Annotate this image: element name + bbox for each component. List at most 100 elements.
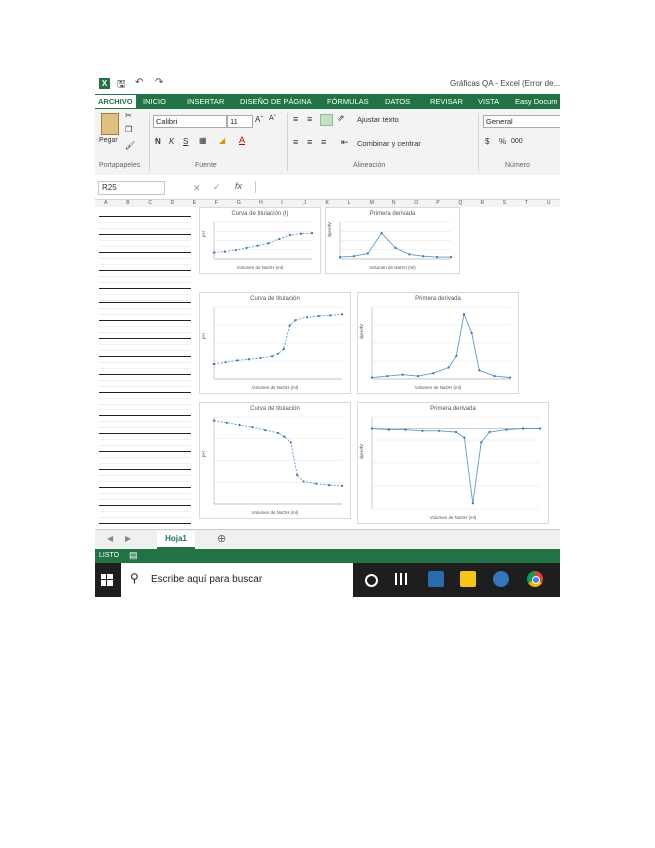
task-view-icon[interactable] xyxy=(395,573,407,585)
tab-inicio[interactable]: INICIO xyxy=(143,97,166,106)
data-point xyxy=(370,427,374,430)
column-header[interactable]: G xyxy=(237,200,241,206)
worksheet-grid[interactable]: Curva de titulación (I) Volumen de NaOH (… xyxy=(95,207,560,529)
paste-icon[interactable] xyxy=(101,113,119,135)
font-size-select[interactable]: 11 xyxy=(227,115,253,128)
store-icon[interactable] xyxy=(460,571,476,587)
column-header[interactable]: J xyxy=(303,200,306,206)
x-axis-label: Volumen de NaOH (ml) xyxy=(251,510,299,515)
column-header[interactable]: H xyxy=(259,200,263,206)
tab-archivo[interactable]: ARCHIVO xyxy=(95,95,136,108)
column-header[interactable]: L xyxy=(348,200,351,206)
chart-4[interactable]: Primera derivada Volumen de NaOH (ml) dpH/… xyxy=(357,292,519,394)
next-sheet-icon[interactable]: ▶ xyxy=(125,534,131,543)
grow-font-icon[interactable]: Aˆ xyxy=(255,115,263,124)
prev-sheet-icon[interactable]: ◀ xyxy=(107,534,113,543)
copy-icon[interactable]: ❐ xyxy=(125,125,132,134)
wrap-text-button[interactable]: Ajustar texto xyxy=(357,115,399,124)
data-point xyxy=(493,375,496,378)
column-header[interactable]: A xyxy=(104,200,107,206)
data-point xyxy=(505,428,508,431)
align-center-icon[interactable]: ≡ xyxy=(307,137,312,147)
tab-formulas[interactable]: FÓRMULAS xyxy=(327,97,369,106)
chart-3[interactable]: Curva de titulación Volumen de NaOH (ml) p… xyxy=(199,292,351,394)
column-header[interactable]: C xyxy=(148,200,152,206)
divider xyxy=(149,113,150,171)
column-header[interactable]: P xyxy=(436,200,439,206)
column-header[interactable]: B xyxy=(126,200,129,206)
column-header[interactable]: I xyxy=(281,200,282,206)
align-middle-icon[interactable]: ≡ xyxy=(307,114,312,124)
orientation-icon[interactable]: ⇗ xyxy=(337,113,345,124)
chrome-icon[interactable] xyxy=(527,571,543,587)
currency-icon[interactable]: $ xyxy=(485,137,489,146)
series-line xyxy=(213,313,343,365)
font-color-icon[interactable]: A xyxy=(239,135,245,145)
insert-function-button[interactable]: fx xyxy=(235,181,242,191)
column-header[interactable]: U xyxy=(547,200,551,206)
tab-revisar[interactable]: REVISAR xyxy=(430,97,463,106)
name-box[interactable]: R25 xyxy=(98,181,165,195)
tab-diseno[interactable]: DISEÑO DE PÁGINA xyxy=(240,97,312,106)
data-point xyxy=(463,436,466,439)
bold-button[interactable]: N xyxy=(155,137,161,146)
chart-5[interactable]: Curva de titulación Volumen de NaOH (ml) p… xyxy=(199,402,351,519)
sheet-tab-hoja1[interactable]: Hoja1 xyxy=(157,531,195,549)
cut-icon[interactable]: ✂ xyxy=(125,111,132,120)
column-header[interactable]: N xyxy=(392,200,396,206)
cancel-icon[interactable]: ✕ xyxy=(193,183,201,194)
column-header[interactable]: K xyxy=(326,200,329,206)
chart-2[interactable]: Primera derivada Volumen de NaOH (ml) dpH/… xyxy=(325,207,460,274)
column-header[interactable]: Q xyxy=(458,200,462,206)
fill-color-icon[interactable]: ◢ xyxy=(219,136,225,145)
app-icon-1[interactable] xyxy=(428,571,444,587)
chart-1[interactable]: Curva de titulación (I) Volumen de NaOH (… xyxy=(199,207,321,274)
data-point xyxy=(223,250,226,253)
column-header[interactable]: F xyxy=(215,200,218,206)
align-bottom-icon[interactable] xyxy=(320,114,333,126)
cortana-icon[interactable] xyxy=(365,574,378,587)
indent-icon[interactable]: ⇤ xyxy=(341,137,349,148)
borders-icon[interactable]: ▦ xyxy=(199,136,207,145)
column-header[interactable]: D xyxy=(171,200,175,206)
column-header[interactable]: R xyxy=(481,200,485,206)
edge-icon[interactable] xyxy=(493,571,509,587)
column-header[interactable]: O xyxy=(414,200,418,206)
thousands-button[interactable]: 000 xyxy=(511,138,523,145)
underline-button[interactable]: S xyxy=(183,137,188,146)
table-row[interactable] xyxy=(99,518,191,524)
format-painter-icon[interactable]: 🖌 xyxy=(125,141,135,150)
tab-easy-docum[interactable]: Easy Docum xyxy=(515,97,558,106)
data-point xyxy=(302,480,305,483)
align-left-icon[interactable]: ≡ xyxy=(293,137,298,147)
data-point xyxy=(305,316,309,319)
percent-button[interactable]: % xyxy=(499,137,506,146)
column-header[interactable]: M xyxy=(370,200,374,206)
align-top-icon[interactable]: ≡ xyxy=(293,114,298,124)
shrink-font-icon[interactable]: Aˇ xyxy=(269,115,276,122)
font-name-select[interactable]: Calibri xyxy=(153,115,227,128)
chart-6[interactable]: Primera derivada Volumen de NaOH (ml) dpH/… xyxy=(357,402,549,524)
windows-start-icon[interactable] xyxy=(101,574,113,586)
column-header[interactable]: T xyxy=(525,200,528,206)
italic-button[interactable]: K xyxy=(169,137,174,146)
data-point xyxy=(278,237,281,241)
taskbar-search-box[interactable]: ⚲ Escribe aquí para buscar xyxy=(121,563,353,597)
column-header[interactable]: S xyxy=(503,200,506,206)
redo-icon[interactable]: ↷ xyxy=(155,77,163,88)
save-icon[interactable]: 🖫 xyxy=(117,77,126,94)
tab-datos[interactable]: DATOS xyxy=(385,97,410,106)
tab-vista[interactable]: VISTA xyxy=(478,97,499,106)
number-format-select[interactable]: General xyxy=(483,115,560,128)
column-header[interactable]: E xyxy=(193,200,196,206)
tab-insertar[interactable]: INSERTAR xyxy=(187,97,224,106)
enter-icon[interactable]: ✓ xyxy=(213,182,221,193)
formula-input[interactable] xyxy=(255,181,556,193)
align-right-icon[interactable]: ≡ xyxy=(321,137,326,147)
macro-record-icon[interactable]: ▤ xyxy=(129,550,138,561)
status-text: LISTO xyxy=(99,552,120,559)
undo-icon[interactable]: ↶ xyxy=(135,77,143,88)
merge-center-button[interactable]: Combinar y centrar xyxy=(357,139,421,148)
new-sheet-icon[interactable]: ⊕ xyxy=(217,532,226,545)
paste-button[interactable]: Pegar xyxy=(99,137,118,144)
